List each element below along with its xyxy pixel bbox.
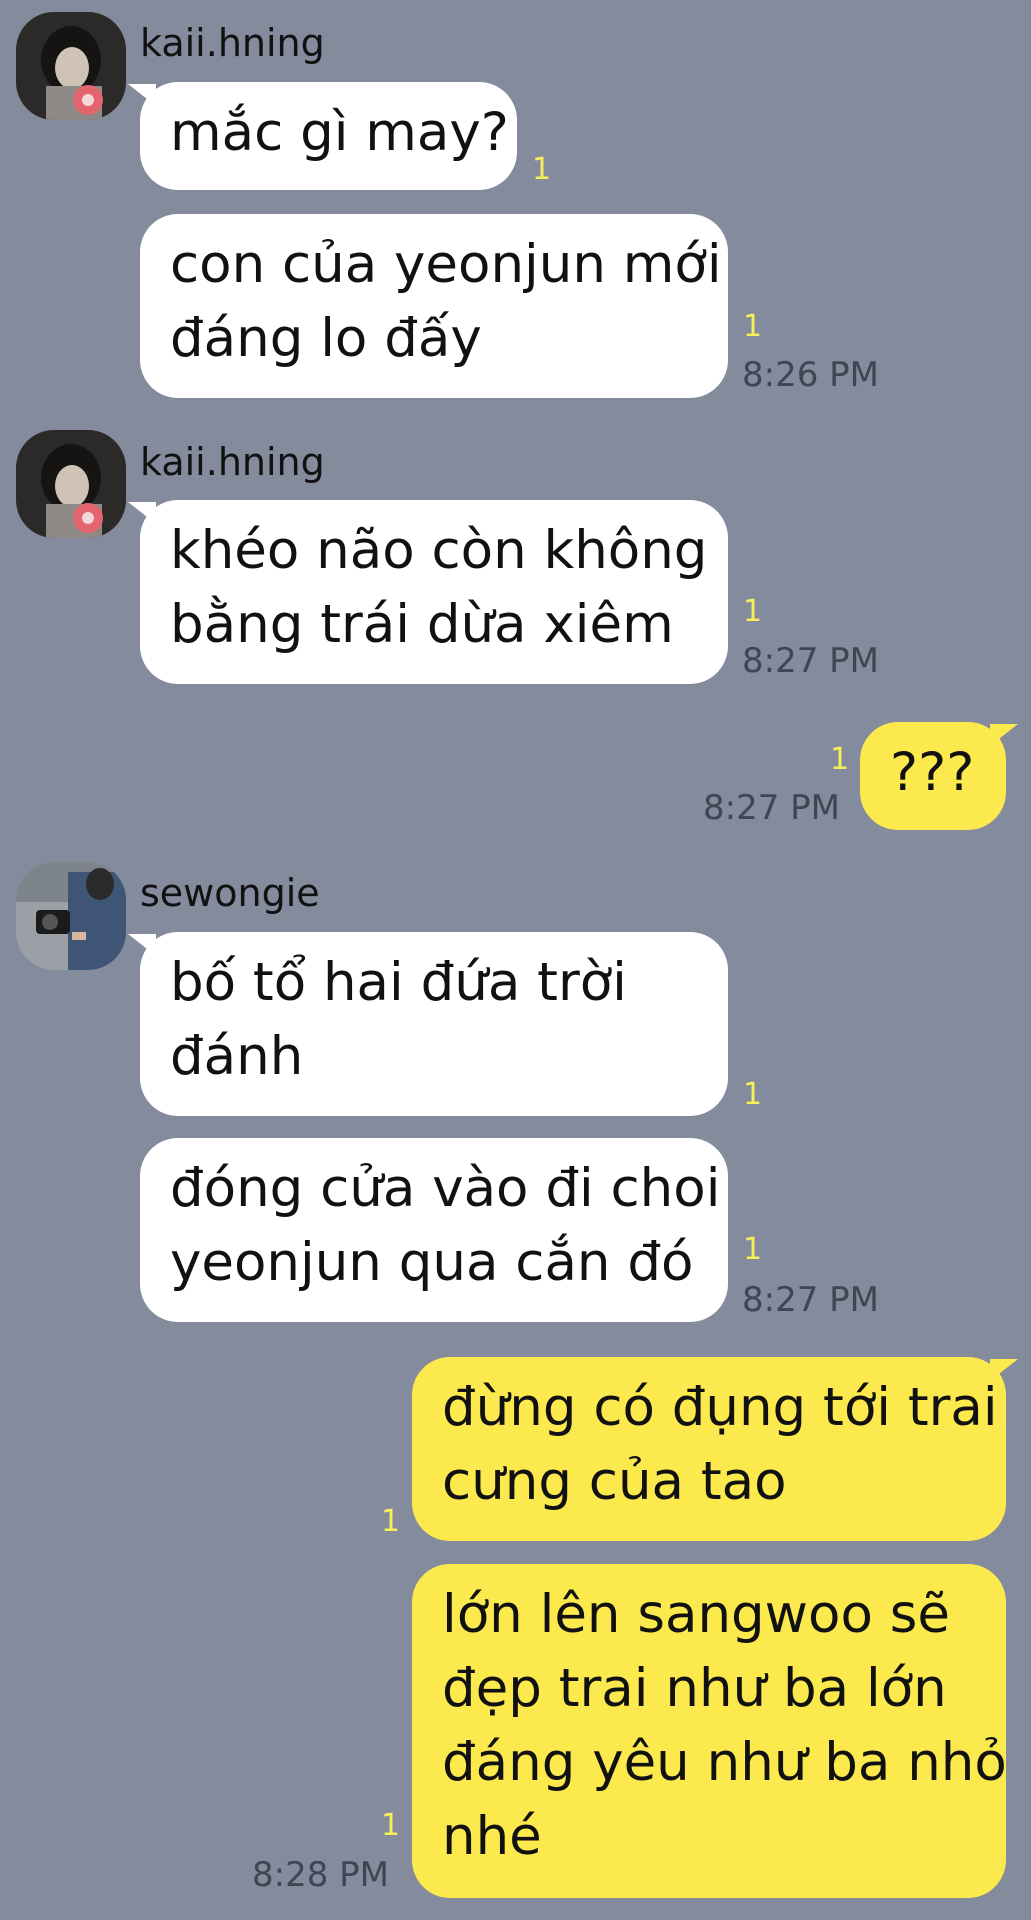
unread-count: 1	[743, 309, 763, 344]
message-text: đánh	[170, 1026, 304, 1087]
message-bubble[interactable]: lớn lên sangwoo sẽ đẹp trai như ba lớn đ…	[412, 1564, 1007, 1898]
message-text: yeonjun qua cắn đó	[170, 1232, 694, 1293]
unread-count: 1	[743, 1077, 763, 1112]
message-text: ???	[890, 742, 975, 803]
message-text: đáng lo đấy	[170, 308, 482, 369]
message-text: mắc gì may?	[170, 102, 509, 163]
message-timestamp: 8:27 PM	[742, 1280, 879, 1320]
profile-photo	[16, 862, 126, 970]
sender-name: sewongie	[140, 871, 320, 915]
message-timestamp: 8:26 PM	[742, 355, 879, 395]
profile-photo	[16, 12, 126, 120]
unread-count: 1	[381, 1504, 401, 1539]
message-text: lớn lên sangwoo sẽ	[442, 1584, 950, 1645]
message-text: đáng yêu như ba nhỏ	[442, 1732, 1007, 1793]
unread-count: 1	[532, 152, 552, 187]
message-bubble[interactable]: con của yeonjun mới đáng lo đấy	[140, 214, 728, 398]
unread-count: 1	[381, 1808, 401, 1843]
message-text: đóng cửa vào đi choi	[170, 1158, 721, 1219]
message-bubble[interactable]: đóng cửa vào đi choi yeonjun qua cắn đó	[140, 1138, 728, 1322]
unread-count: 1	[743, 594, 763, 629]
message-text: con của yeonjun mới	[170, 234, 722, 295]
sender-name: kaii.hning	[140, 21, 325, 65]
message-bubble[interactable]: bố tổ hai đứa trời đánh	[128, 932, 728, 1116]
message-bubble[interactable]: ???	[860, 722, 1018, 830]
message-bubble[interactable]: khéo não còn không bằng trái dừa xiêm	[128, 500, 728, 684]
avatar-kaii-hning[interactable]	[16, 430, 126, 538]
message-text: khéo não còn không	[170, 520, 708, 581]
message-timestamp: 8:27 PM	[742, 641, 879, 681]
unread-count: 1	[830, 742, 850, 777]
avatar-kaii-hning[interactable]	[16, 12, 126, 120]
sender-name: kaii.hning	[140, 440, 325, 484]
profile-photo	[16, 430, 126, 538]
message-text: đừng có đụng tới trai	[442, 1377, 998, 1438]
message-text: đẹp trai như ba lớn	[442, 1658, 947, 1719]
message-text: cưng của tao	[442, 1451, 787, 1512]
message-text: nhé	[442, 1806, 542, 1867]
message-text: bằng trái dừa xiêm	[170, 594, 674, 655]
message-timestamp: 8:27 PM	[703, 788, 840, 828]
message-text: bố tổ hai đứa trời	[170, 952, 627, 1013]
message-timestamp: 8:28 PM	[252, 1855, 389, 1895]
unread-count: 1	[743, 1232, 763, 1267]
avatar-sewongie[interactable]	[16, 862, 126, 970]
message-bubble[interactable]: đừng có đụng tới trai cưng của tao	[412, 1357, 1018, 1541]
message-bubble[interactable]: mắc gì may?	[128, 82, 517, 190]
